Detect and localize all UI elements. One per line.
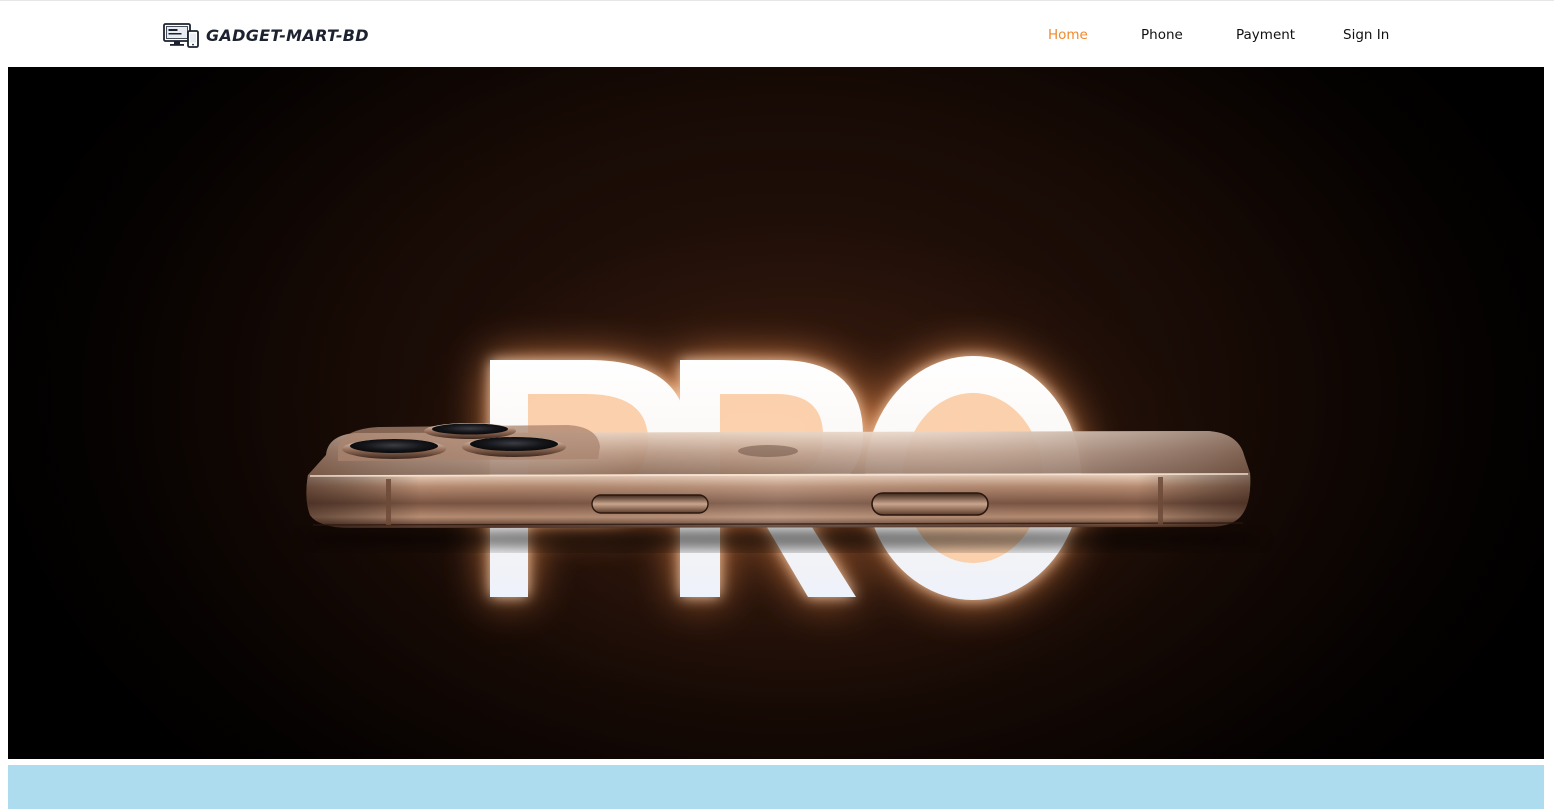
- nav-payment[interactable]: Payment: [1236, 23, 1295, 47]
- main-nav: Home Phone Payment Sign In: [0, 23, 1554, 47]
- camera-lenses: [338, 423, 600, 461]
- nav-phone[interactable]: Phone: [1141, 23, 1183, 47]
- nav-home[interactable]: Home: [1048, 23, 1088, 47]
- hero-image: [303, 356, 1263, 600]
- next-section-strip: [8, 765, 1544, 809]
- hero-banner: [8, 67, 1544, 759]
- navbar: GADGET-MART-BD Home Phone Payment Sign I…: [0, 1, 1554, 67]
- nav-sign-in[interactable]: Sign In: [1343, 23, 1389, 47]
- phone-side-view: [303, 423, 1263, 549]
